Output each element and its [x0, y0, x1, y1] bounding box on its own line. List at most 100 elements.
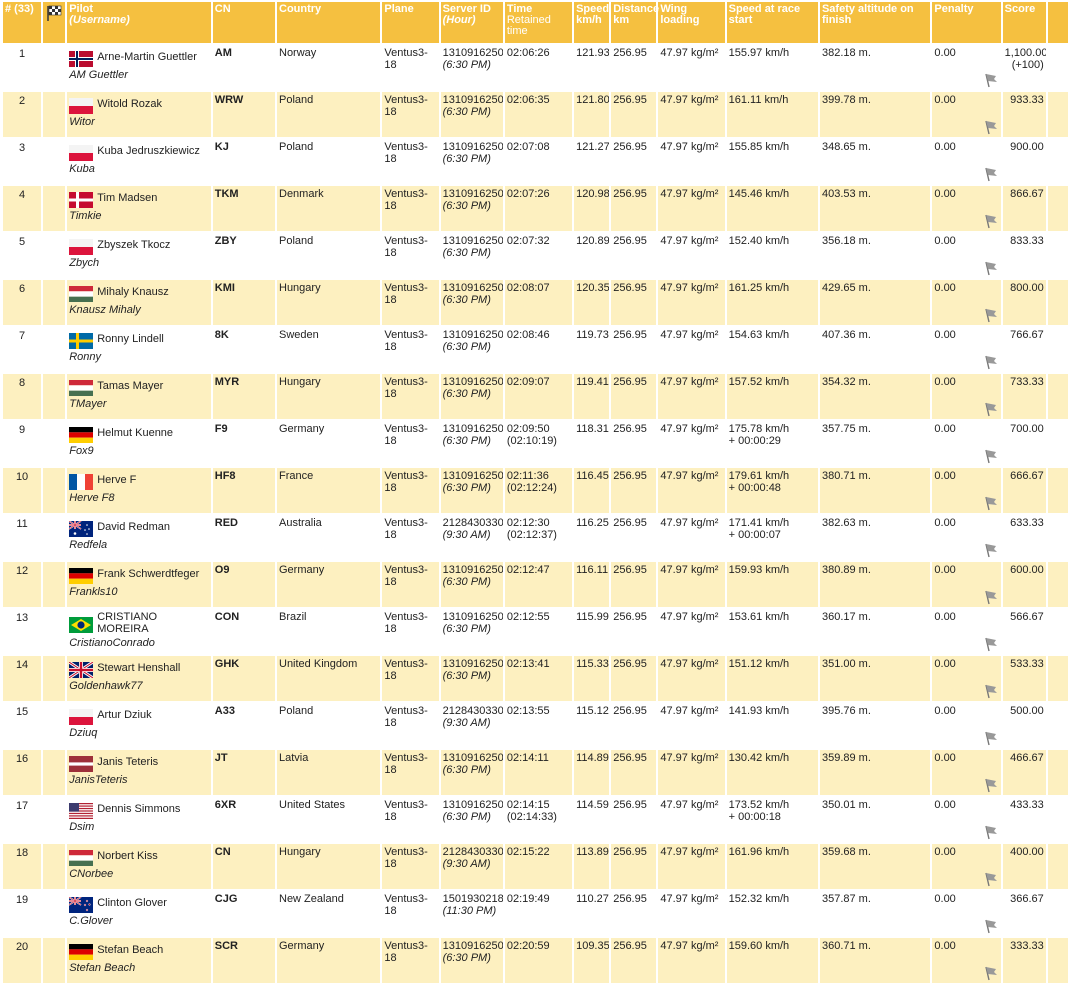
table-row[interactable]: 11 David Redman Redfela RED Australia Ve…: [3, 515, 1068, 560]
pilot-name[interactable]: Stewart Henshall: [97, 662, 180, 674]
header-plane[interactable]: Plane: [382, 2, 439, 43]
flag-icon[interactable]: [983, 542, 999, 558]
pilot-cell[interactable]: CRISTIANO MOREIRA CristianoConrado: [67, 609, 211, 654]
flag-icon[interactable]: [983, 213, 999, 229]
header-wing-loading[interactable]: Wing loading: [658, 2, 725, 43]
pilot-cell[interactable]: Mihaly Knausz Knausz Mihaly: [67, 280, 211, 325]
pilot-name[interactable]: Tim Madsen: [97, 192, 157, 204]
pilot-cell[interactable]: Ronny Lindell Ronny: [67, 327, 211, 372]
pilot-name[interactable]: Zbyszek Tkocz: [97, 239, 170, 251]
flag-icon[interactable]: [983, 354, 999, 370]
flag-icon[interactable]: [983, 401, 999, 417]
pilot-name[interactable]: Clinton Glover: [97, 897, 167, 909]
table-row[interactable]: 4 Tim Madsen Timkie TKM Denmark Ventus3-…: [3, 186, 1068, 231]
pilot-cell[interactable]: Norbert Kiss CNorbee: [67, 844, 211, 889]
pilot-cell[interactable]: Dennis Simmons Dsim: [67, 797, 211, 842]
pilot-name[interactable]: Helmut Kuenne: [97, 427, 173, 439]
pilot-cell[interactable]: Artur Dziuk Dziuq: [67, 703, 211, 748]
pilot-cell[interactable]: Zbyszek Tkocz Zbych: [67, 233, 211, 278]
table-row[interactable]: 9 Helmut Kuenne Fox9 F9 Germany Ventus3-…: [3, 421, 1068, 466]
pilot-name[interactable]: David Redman: [97, 521, 170, 533]
header-cn[interactable]: CN: [212, 2, 275, 43]
table-row[interactable]: 14 Stewart Henshall Goldenhawk77 GHK Uni…: [3, 656, 1068, 701]
table-row[interactable]: 13 CRISTIANO MOREIRA CristianoConrado CO…: [3, 609, 1068, 654]
header-rank[interactable]: # (33): [3, 2, 42, 43]
flag-icon[interactable]: [983, 495, 999, 511]
pilot-name[interactable]: Janis Teteris: [97, 756, 158, 768]
flag-icon[interactable]: [983, 918, 999, 934]
flag-icon[interactable]: [983, 683, 999, 699]
header-pilot[interactable]: Pilot (Username): [67, 2, 211, 43]
pilot-cell[interactable]: Stefan Beach Stefan Beach: [67, 938, 211, 983]
table-row[interactable]: 7 Ronny Lindell Ronny 8K Sweden Ventus3-…: [3, 327, 1068, 372]
header-country[interactable]: Country: [277, 2, 381, 43]
pilot-name[interactable]: Arne-Martin Guettler: [97, 51, 197, 63]
flag-icon[interactable]: [983, 777, 999, 793]
header-score[interactable]: Score: [1002, 2, 1046, 43]
flag-icon[interactable]: [983, 260, 999, 276]
flag-icon[interactable]: [983, 119, 999, 135]
flag-icon[interactable]: [983, 72, 999, 88]
flag-icon[interactable]: [983, 166, 999, 182]
start-speed: 175.78 km/h: [728, 423, 790, 435]
flag-icon[interactable]: [983, 730, 999, 746]
distance-cell: 256.95: [611, 186, 657, 231]
flag-icon[interactable]: [983, 636, 999, 652]
table-row[interactable]: 19 Clinton Glover C.Glover CJG New Zeala…: [3, 891, 1068, 936]
pilot-name[interactable]: Norbert Kiss: [97, 850, 158, 862]
pilot-cell[interactable]: Tim Madsen Timkie: [67, 186, 211, 231]
table-row[interactable]: 2 Witold Rozak Witor WRW Poland Ventus3-…: [3, 92, 1068, 137]
pilot-cell[interactable]: Stewart Henshall Goldenhawk77: [67, 656, 211, 701]
pilot-name[interactable]: Tamas Mayer: [97, 380, 163, 392]
header-speed-start[interactable]: Speed at race start: [726, 2, 818, 43]
pilot-name[interactable]: Stefan Beach: [97, 944, 163, 956]
pilot-name[interactable]: Ronny Lindell: [97, 333, 164, 345]
table-row[interactable]: 16 Janis Teteris JanisTeteris JT Latvia …: [3, 750, 1068, 795]
table-row[interactable]: 12 Frank Schwerdtfeger Frankls10 O9 Germ…: [3, 562, 1068, 607]
pilot-name[interactable]: Frank Schwerdtfeger: [97, 568, 199, 580]
table-row[interactable]: 8 Tamas Mayer TMayer MYR Hungary Ventus3…: [3, 374, 1068, 419]
flag-icon[interactable]: [983, 824, 999, 840]
header-server-id[interactable]: Server ID (Hour): [440, 2, 503, 43]
pilot-name[interactable]: Dennis Simmons: [97, 803, 180, 815]
rank-cell: 17: [3, 797, 42, 842]
table-row[interactable]: 3 Kuba Jedruszkiewicz Kuba KJ Poland Ven…: [3, 139, 1068, 184]
flag-icon[interactable]: [983, 965, 999, 981]
pilot-name[interactable]: CRISTIANO MOREIRA: [97, 611, 209, 635]
header-penalty[interactable]: Penalty: [932, 2, 1001, 43]
pilot-name[interactable]: Mihaly Knausz: [97, 286, 169, 298]
pilot-cell[interactable]: Tamas Mayer TMayer: [67, 374, 211, 419]
pilot-cell[interactable]: Janis Teteris JanisTeteris: [67, 750, 211, 795]
time-cell: 02:08:07: [504, 280, 573, 325]
pilot-cell[interactable]: Arne-Martin Guettler AM Guettler: [67, 45, 211, 90]
flag-icon[interactable]: [983, 448, 999, 464]
pilot-cell[interactable]: Herve F Herve F8: [67, 468, 211, 513]
header-distance[interactable]: Distance km: [611, 2, 659, 43]
pilot-cell[interactable]: Frank Schwerdtfeger Frankls10: [67, 562, 211, 607]
pilot-cell[interactable]: Clinton Glover C.Glover: [67, 891, 211, 936]
table-row[interactable]: 10 Herve F Herve F8 HF8 France Ventus3-1…: [3, 468, 1068, 513]
flag-icon[interactable]: [983, 307, 999, 323]
table-row[interactable]: 5 Zbyszek Tkocz Zbych ZBY Poland Ventus3…: [3, 233, 1068, 278]
pilot-name[interactable]: Artur Dziuk: [97, 709, 151, 721]
pilot-cell[interactable]: Helmut Kuenne Fox9: [67, 421, 211, 466]
header-safety-altitude[interactable]: Safety altitude on finish: [819, 2, 931, 43]
pilot-cell[interactable]: Witold Rozak Witor: [67, 92, 211, 137]
header-time[interactable]: Time Retained time: [504, 2, 573, 43]
penalty-value: 0.00: [934, 329, 956, 341]
table-row[interactable]: 1 Arne-Martin Guettler AM Guettler AM No…: [3, 45, 1068, 90]
table-row[interactable]: 15 Artur Dziuk Dziuq A33 Poland Ventus3-…: [3, 703, 1068, 748]
flag-icon[interactable]: [983, 871, 999, 887]
table-row[interactable]: 18 Norbert Kiss CNorbee CN Hungary Ventu…: [3, 844, 1068, 889]
pilot-name[interactable]: Kuba Jedruszkiewicz: [97, 145, 200, 157]
table-row[interactable]: 17 Dennis Simmons Dsim 6XR United States…: [3, 797, 1068, 842]
header-speed[interactable]: Speed km/h: [574, 2, 610, 43]
table-row[interactable]: 20 Stefan Beach Stefan Beach SCR Germany…: [3, 938, 1068, 983]
pilot-name[interactable]: Witold Rozak: [97, 98, 162, 110]
pilot-cell[interactable]: Kuba Jedruszkiewicz Kuba: [67, 139, 211, 184]
flag-icon[interactable]: [983, 589, 999, 605]
pilot-cell[interactable]: David Redman Redfela: [67, 515, 211, 560]
table-row[interactable]: 6 Mihaly Knausz Knausz Mihaly KMI Hungar…: [3, 280, 1068, 325]
safety-altitude-cell: 399.78 m.: [819, 92, 931, 137]
pilot-name[interactable]: Herve F: [97, 474, 136, 486]
